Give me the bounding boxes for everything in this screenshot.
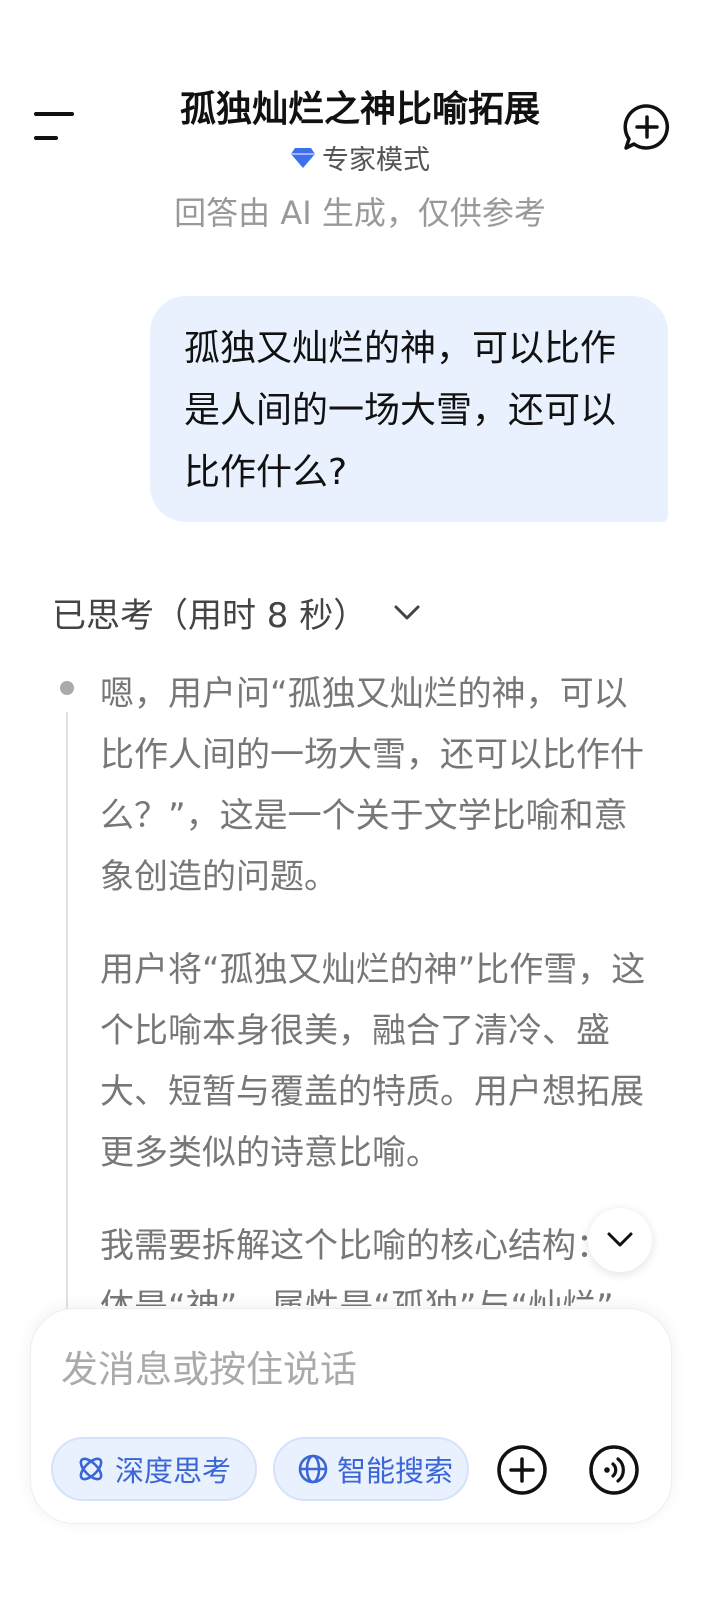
thinking-paragraph: 用户将“孤独又灿烂的神”比作雪，这个比喻本身很美，融合了清冷、盛大、短暂与覆盖的…: [100, 950, 646, 1173]
top-bar: 孤独灿烂之神比喻拓展 专家模式 回答由 AI 生成，仅供参考: [0, 0, 720, 250]
thinking-timeline: [66, 712, 68, 1312]
thinking-content: 嗯，用户问“孤独又灿烂的神，可以比作人间的一场大雪，还可以比作什么？”，这是一个…: [100, 664, 660, 1306]
atom-icon: [75, 1453, 107, 1485]
smart-search-label: 智能搜索: [337, 1454, 454, 1488]
thinking-paragraph: 我需要拆解这个比喻的核心结构：本体是“神”，属性是“孤独”与“灿烂”: [100, 1226, 644, 1306]
thinking-dot-icon: [60, 681, 74, 695]
mode-label: 专家模式: [322, 145, 430, 176]
user-message-bubble: 孤独又灿烂的神，可以比作是人间的一场大雪，还可以比作什么?: [150, 296, 668, 522]
thinking-label: 已思考（用时 8 秒）: [52, 596, 368, 636]
voice-input-button[interactable]: [587, 1443, 641, 1497]
add-attachment-button[interactable]: [495, 1443, 549, 1497]
deep-think-button[interactable]: 深度思考: [51, 1437, 257, 1501]
plus-circle-icon: [495, 1443, 549, 1497]
new-chat-icon[interactable]: [622, 102, 672, 152]
expert-mode-badge[interactable]: 专家模式: [0, 138, 720, 177]
scroll-to-bottom-button[interactable]: [588, 1208, 652, 1272]
globe-icon: [297, 1453, 329, 1485]
chevron-down-icon: [606, 1231, 634, 1249]
ai-disclaimer: 回答由 AI 生成，仅供参考: [174, 194, 546, 232]
voice-wave-icon: [587, 1443, 641, 1497]
message-composer: 深度思考 智能搜索: [30, 1308, 672, 1524]
message-input[interactable]: [61, 1339, 621, 1399]
deep-think-label: 深度思考: [115, 1454, 232, 1488]
smart-search-button[interactable]: 智能搜索: [273, 1437, 469, 1501]
thinking-toggle[interactable]: 已思考（用时 8 秒）: [52, 588, 421, 637]
diamond-icon: [290, 146, 316, 170]
thinking-paragraph: 嗯，用户问“孤独又灿烂的神，可以比作人间的一场大雪，还可以比作什么？”，这是一个…: [100, 674, 644, 897]
chevron-down-icon: [393, 604, 421, 622]
page-title: 孤独灿烂之神比喻拓展: [179, 89, 540, 130]
